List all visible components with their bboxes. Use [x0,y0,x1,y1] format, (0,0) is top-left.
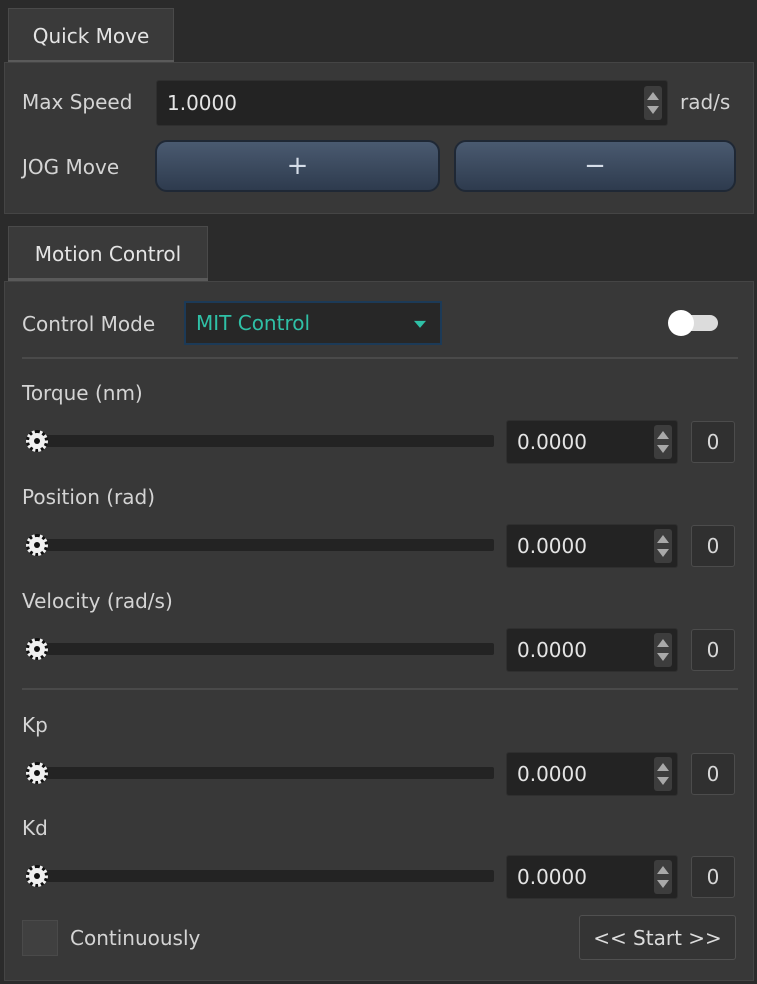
kp-label: Kp [22,713,48,737]
kd-reset-label: 0 [706,865,720,889]
position-input[interactable]: 0.0000 [506,524,678,568]
kp-reset-button[interactable]: 0 [691,753,735,795]
start-button[interactable]: << Start >> [579,915,736,960]
up-down-arrows-icon[interactable] [654,860,672,894]
velocity-label: Velocity (rad/s) [22,589,173,613]
tab-motion-control[interactable]: Motion Control [8,226,208,280]
position-slider[interactable] [28,539,494,551]
max-speed-value: 1.0000 [167,91,237,115]
kp-value: 0.0000 [517,762,587,786]
start-label: << Start >> [593,925,722,950]
max-speed-unit: rad/s [680,90,731,114]
slider-handle-icon[interactable] [26,638,48,660]
tab-motion-control-label: Motion Control [34,241,182,266]
torque-slider[interactable] [28,435,494,447]
jog-minus-button[interactable]: − [454,140,736,192]
velocity-input[interactable]: 0.0000 [506,628,678,672]
torque-label: Torque (nm) [22,381,143,405]
up-down-arrows-icon[interactable] [654,529,672,563]
enable-toggle[interactable] [668,310,720,336]
max-speed-label: Max Speed [22,90,133,114]
control-mode-label: Control Mode [22,312,156,336]
up-down-arrows-icon[interactable] [654,633,672,667]
velocity-value: 0.0000 [517,638,587,662]
kd-input[interactable]: 0.0000 [506,855,678,899]
jog-plus-button[interactable]: + [155,140,440,192]
slider-handle-icon[interactable] [26,762,48,784]
kd-reset-button[interactable]: 0 [691,856,735,898]
continuously-checkbox[interactable] [22,920,58,956]
continuously-label: Continuously [70,926,201,950]
torque-reset-button[interactable]: 0 [691,421,735,463]
up-down-arrows-icon[interactable] [644,86,662,120]
kp-input[interactable]: 0.0000 [506,752,678,796]
torque-input[interactable]: 0.0000 [506,420,678,464]
kd-slider[interactable] [28,870,494,882]
position-reset-button[interactable]: 0 [691,525,735,567]
jog-plus-label: + [286,151,309,181]
torque-reset-label: 0 [706,430,720,454]
caret-down-icon [414,320,426,328]
up-down-arrows-icon[interactable] [654,425,672,459]
kp-reset-label: 0 [706,762,720,786]
max-speed-input[interactable]: 1.0000 [156,80,668,126]
torque-value: 0.0000 [517,430,587,454]
kd-value: 0.0000 [517,865,587,889]
position-label: Position (rad) [22,485,156,509]
toggle-knob [668,310,694,336]
kp-slider[interactable] [28,767,494,779]
control-mode-select[interactable]: MIT Control [184,301,442,345]
slider-handle-icon[interactable] [26,865,48,887]
position-value: 0.0000 [517,534,587,558]
kd-label: Kd [22,816,48,840]
up-down-arrows-icon[interactable] [654,757,672,791]
divider [22,357,738,359]
jog-move-label: JOG Move [22,155,120,179]
tab-quick-move[interactable]: Quick Move [8,8,174,62]
velocity-reset-button[interactable]: 0 [691,629,735,671]
velocity-reset-label: 0 [706,638,720,662]
velocity-slider[interactable] [28,643,494,655]
jog-minus-label: − [584,151,606,181]
divider [22,688,738,690]
slider-handle-icon[interactable] [26,534,48,556]
slider-handle-icon[interactable] [26,430,48,452]
position-reset-label: 0 [706,534,720,558]
control-mode-value: MIT Control [196,311,311,335]
tab-quick-move-label: Quick Move [32,23,150,48]
